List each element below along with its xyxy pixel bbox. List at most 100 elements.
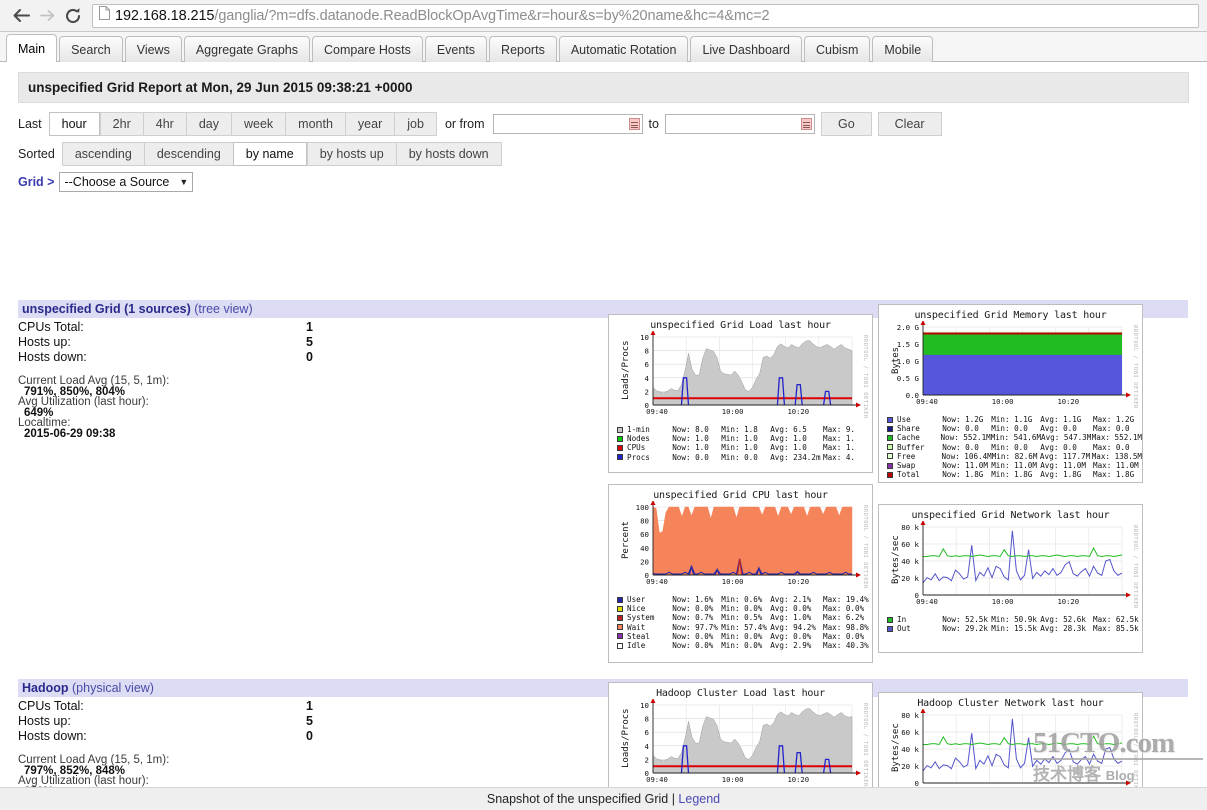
svg-text:80 k: 80 k (901, 711, 919, 720)
svg-text:10: 10 (640, 333, 649, 342)
cluster-name[interactable]: unspecified Grid (1 sources) (22, 302, 191, 316)
tab-views[interactable]: Views (124, 36, 182, 62)
svg-text:09:40: 09:40 (916, 397, 938, 406)
range-hour[interactable]: hour (48, 112, 100, 136)
graph-y-axis-label: Bytes (891, 346, 901, 374)
reload-button[interactable] (60, 3, 86, 29)
legend-max-value: Max: 0.0 (1093, 424, 1130, 434)
stat-row: Hosts up: 5 (18, 335, 313, 350)
stat-row: Hosts up: 5 (18, 714, 313, 729)
legend-max-value: Max: 0.0% (823, 604, 865, 614)
calendar-icon[interactable] (628, 118, 640, 130)
graph-title: unspecified Grid Network last hour (911, 510, 1110, 521)
rrdtool-watermark: RRDTOOL / TOBI OETIKER (862, 505, 868, 589)
sort-by-name[interactable]: by name (232, 142, 307, 166)
legend-now-value: Now: 0.0 (942, 424, 979, 434)
sort-by-hosts-down[interactable]: by hosts down (395, 142, 502, 166)
forward-button[interactable] (34, 3, 60, 29)
address-bar[interactable]: 192.168.18.215/ganglia/?m=dfs.datanode.R… (92, 3, 1199, 28)
svg-text:80 k: 80 k (901, 523, 919, 532)
legend-color-swatch (887, 435, 893, 441)
graph-plot: 02040608010009:40 10:00 10:20 (636, 501, 861, 586)
footer-text: Snapshot of the unspecified Grid | (486, 792, 679, 806)
legend-series-name: CPUs (627, 443, 646, 453)
url-path: /ganglia/?m=dfs.datanode.ReadBlockOpAvgT… (214, 7, 770, 24)
svg-text:10:00: 10:00 (992, 597, 1014, 606)
svg-text:09:40: 09:40 (646, 577, 668, 586)
range-day[interactable]: day (185, 112, 231, 136)
legend-color-swatch (887, 616, 893, 623)
cluster-view-link[interactable]: (tree view) (191, 302, 252, 316)
sort-descending[interactable]: descending (143, 142, 233, 166)
legend-series-name: Use (897, 415, 911, 424)
legend-row: Idle Now: 0.0% Min: 0.0% Avg: 2.9% Max: 40.3… (617, 641, 872, 650)
from-date-field[interactable] (492, 114, 643, 134)
legend-avg-value: Avg: 117.7M (1039, 451, 1091, 461)
legend-series-name: Free (897, 451, 916, 461)
range-month[interactable]: month (285, 112, 345, 136)
legend-avg-value: Avg: 2.9% (770, 641, 812, 651)
clear-button[interactable]: Clear (877, 112, 942, 136)
cluster-view-link[interactable]: (physical view) (69, 681, 154, 695)
tab-search[interactable]: Search (59, 36, 123, 62)
sort-ascending[interactable]: ascending (61, 142, 144, 166)
svg-text:2: 2 (645, 387, 649, 396)
tab-reports[interactable]: Reports (489, 36, 557, 62)
svg-text:100: 100 (636, 503, 649, 512)
graph-plot: 020 k40 k60 k80 k09:4010:0010:20 (901, 521, 1131, 606)
page-title: unspecified Grid Report at Mon, 29 Jun 2… (18, 72, 1189, 103)
graph-legend: 1-min Now: 8.0 Min: 1.8 Avg: 6.5 Max: 9. Node… (609, 423, 872, 464)
legend-min-value: Min: 0.6% (721, 595, 763, 604)
graph-title: unspecified Grid Memory last hour (914, 310, 1107, 321)
legend-row: Wait Now: 97.7% Min: 57.4% Avg: 94.2% Max: 9… (617, 623, 872, 632)
tab-mobile[interactable]: Mobile (872, 36, 934, 62)
legend-series-name: Total (897, 470, 920, 480)
stat-label: Hosts down: (18, 729, 87, 743)
range-4hr[interactable]: 4hr (142, 112, 186, 136)
legend-now-value: Now: 552.1M (940, 433, 991, 443)
graph-plot: 0.00.5 G1.0 G1.5 G2.0 G09:40 10:00 10:20 (897, 321, 1131, 406)
back-button[interactable] (8, 3, 34, 29)
legend-row: Buffer Now: 0.0 Min: 0.0 Avg: 0.0 Max: 0.0 (887, 443, 1142, 452)
sort-row: Sorted ascending descending by name by host… (18, 142, 1189, 166)
tab-live-dashboard[interactable]: Live Dashboard (690, 36, 802, 62)
stat-value: 0 (306, 350, 313, 364)
time-range-row: Last hour 2hr 4hr day week month year job or fr… (18, 112, 1189, 136)
svg-text:10:00: 10:00 (722, 775, 744, 784)
tab-main[interactable]: Main (6, 34, 58, 62)
to-date-field[interactable] (664, 114, 815, 134)
range-year[interactable]: year (344, 112, 395, 136)
range-2hr[interactable]: 2hr (99, 112, 143, 136)
svg-text:80: 80 (640, 517, 649, 526)
tab-aggregate-graphs[interactable]: Aggregate Graphs (183, 36, 310, 62)
sort-button-group: ascending descending by name by hosts up by … (61, 142, 502, 166)
legend-series-name: Nice (627, 604, 646, 614)
tab-cubism[interactable]: Cubism (804, 36, 871, 62)
legend-avg-value: Avg: 1.8G (1040, 470, 1082, 480)
cluster-name[interactable]: Hadoop (22, 681, 69, 695)
legend-link[interactable]: Legend (678, 792, 720, 806)
graph-grid-memory[interactable]: unspecified Grid Memory last hour 0.0 0.5 … (878, 304, 1143, 483)
range-job[interactable]: job (394, 112, 437, 136)
tab-events[interactable]: Events (424, 36, 488, 62)
page-document-icon (99, 6, 110, 25)
range-week[interactable]: week (230, 112, 286, 136)
svg-text:60 k: 60 k (901, 728, 919, 737)
svg-text:20 k: 20 k (901, 762, 919, 771)
tab-compare-hosts[interactable]: Compare Hosts (311, 36, 423, 62)
graph-plot: 024681009:40 10:00 10:20 (640, 699, 861, 784)
graph-grid-cpu[interactable]: unspecified Grid CPU last hour 0 20 40 60 80 1… (608, 484, 873, 663)
source-select-value: --Choose a Source (64, 175, 170, 189)
tab-automatic-rotation[interactable]: Automatic Rotation (558, 36, 689, 62)
source-select[interactable]: --Choose a Source ▼ (59, 172, 194, 192)
grid-breadcrumb[interactable]: Grid > (18, 175, 54, 189)
legend-max-value: Max: 62.5k (1093, 615, 1139, 624)
graph-grid-load[interactable]: unspecified Grid Load last hour 0 2 4 6 8 10 09… (608, 314, 873, 473)
legend-max-value: Max: 0.0 (1093, 442, 1130, 452)
legend-row: 1-min Now: 8.0 Min: 1.8 Avg: 6.5 Max: 9. (617, 425, 872, 434)
sort-by-hosts-up[interactable]: by hosts up (306, 142, 396, 166)
legend-now-value: Now: 0.7% (672, 613, 714, 623)
go-button[interactable]: Go (820, 112, 872, 136)
calendar-icon[interactable] (800, 118, 812, 130)
graph-grid-network[interactable]: unspecified Grid Network last hour 0 20 k4… (878, 504, 1143, 653)
